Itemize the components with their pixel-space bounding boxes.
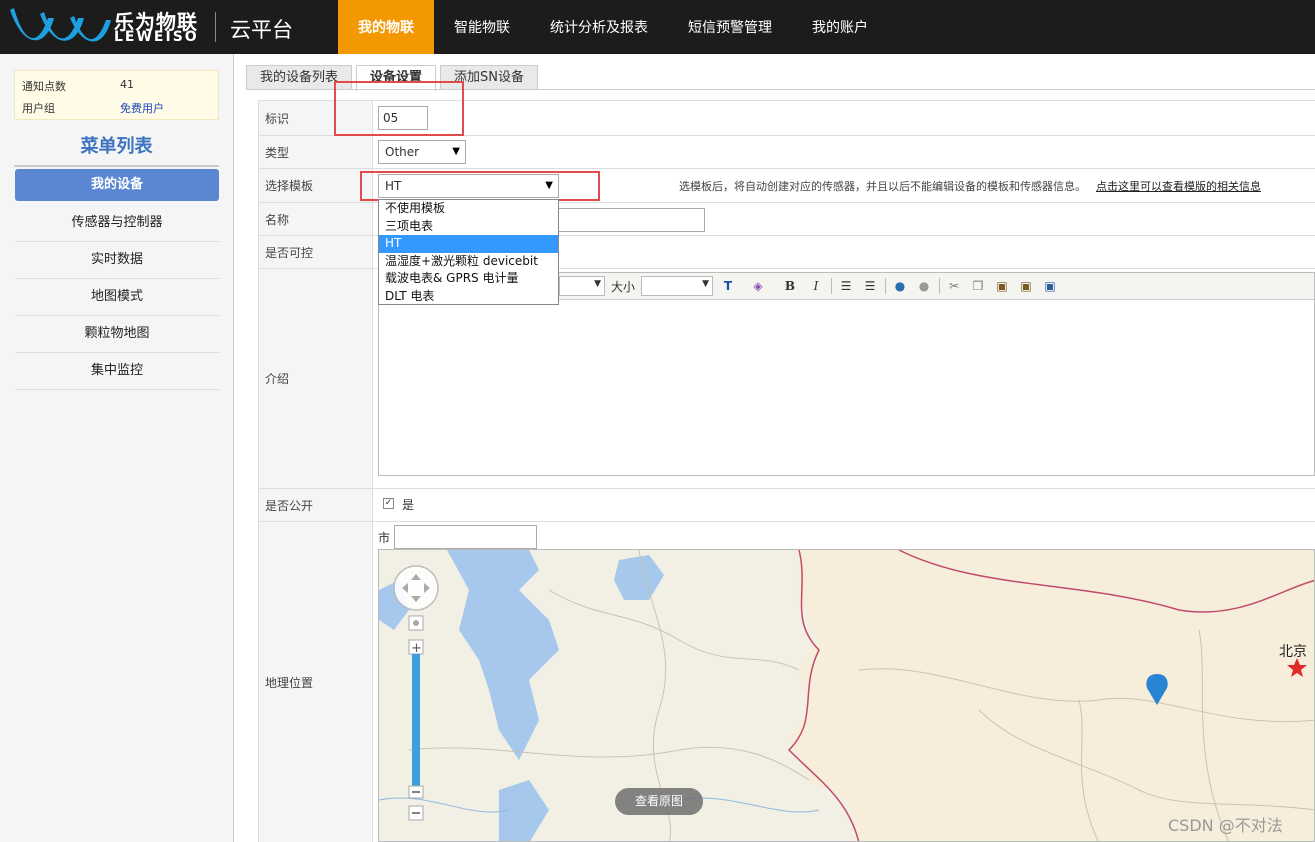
template-option-none[interactable]: 不使用模板 <box>379 200 558 218</box>
watermark-text: CSDN @不对法 <box>1168 816 1283 835</box>
view-original-button[interactable]: 查看原图 <box>615 788 703 815</box>
type-select[interactable]: Other ▼ <box>378 140 466 164</box>
text-color-icon[interactable]: T <box>719 277 737 295</box>
logo-text-en: LEWEISO <box>114 29 199 45</box>
template-hint: 选模板后，将自动创建对应的传感器，并且以后不能编辑设备的模板和传感器信息。 点击这… <box>679 178 1261 194</box>
paste-icon[interactable]: ▣ <box>993 277 1011 295</box>
sidebar-item-my-devices[interactable]: 我的设备 <box>15 169 219 201</box>
template-option-ht[interactable]: HT <box>379 235 558 253</box>
unordered-list-icon[interactable]: ☰ <box>861 277 879 295</box>
link-icon[interactable]: ● <box>891 277 909 295</box>
sidebar-item-map-mode[interactable]: 地图模式 <box>15 279 219 316</box>
type-select-value: Other <box>385 145 420 159</box>
cut-icon[interactable]: ✂ <box>945 277 963 295</box>
font-size-select[interactable]: ▼ <box>641 276 713 296</box>
map-city-label: 北京 <box>1279 644 1307 660</box>
unlink-icon[interactable]: ● <box>915 277 933 295</box>
copy-icon[interactable]: ❐ <box>969 277 987 295</box>
paste-text-icon[interactable]: ▣ <box>1017 277 1035 295</box>
public-checkbox-label: 是 <box>402 498 415 512</box>
name-input[interactable] <box>558 208 705 232</box>
template-info-link[interactable]: 点击这里可以查看模版的相关信息 <box>1096 180 1261 193</box>
public-label: 是否公开 <box>259 489 373 521</box>
bold-icon[interactable]: B <box>781 277 799 295</box>
city-label: 市 <box>378 531 391 545</box>
sidebar-item-sensors-controllers[interactable]: 传感器与控制器 <box>15 205 219 242</box>
row-public: 是否公开 <box>259 489 1315 522</box>
sidebar-item-realtime-data[interactable]: 实时数据 <box>15 242 219 279</box>
nav-my-account[interactable]: 我的账户 <box>792 0 888 54</box>
template-hint-text: 选模板后，将自动创建对应的传感器，并且以后不能编辑设备的模板和传感器信息。 <box>679 180 1086 193</box>
highlight-box-id <box>334 81 464 136</box>
main-nav: 我的物联 智能物联 统计分析及报表 短信预警管理 我的账户 <box>338 0 888 54</box>
ordered-list-icon[interactable]: ☰ <box>837 277 855 295</box>
city-input[interactable] <box>394 525 537 549</box>
sidebar-item-central-monitor[interactable]: 集中监控 <box>15 353 219 390</box>
font-size-label: 大小 <box>611 280 636 294</box>
sidebar-item-particle-map[interactable]: 颗粒物地图 <box>15 316 219 353</box>
font-size-arrow-icon: ▼ <box>702 279 709 289</box>
controllable-label: 是否可控 <box>259 236 373 268</box>
type-select-arrow-icon: ▼ <box>452 146 460 157</box>
paste-word-icon[interactable]: ▣ <box>1041 277 1059 295</box>
template-label: 选择模板 <box>259 169 373 202</box>
nav-sms-alerts[interactable]: 短信预警管理 <box>668 0 792 54</box>
logo-divider <box>215 12 216 42</box>
italic-icon[interactable]: I <box>807 277 825 295</box>
svg-text:+: + <box>411 641 422 656</box>
notify-points-label: 通知点数 <box>22 80 66 93</box>
nav-my-iot[interactable]: 我的物联 <box>338 0 434 54</box>
nav-smart-iot[interactable]: 智能物联 <box>434 0 530 54</box>
location-label: 地理位置 <box>259 522 373 842</box>
toolbar-divider <box>939 278 940 294</box>
font-family-select[interactable]: ▼ <box>559 276 605 296</box>
highlight-box-template <box>360 171 600 201</box>
template-option-temp-humidity-laser[interactable]: 温湿度+激光颗粒 devicebit <box>379 253 558 271</box>
nav-statistics[interactable]: 统计分析及报表 <box>530 0 668 54</box>
user-group-label: 用户组 <box>22 102 55 115</box>
template-option-dlt-meter[interactable]: DLT 电表 <box>379 288 558 306</box>
template-option-three-phase-meter[interactable]: 三项电表 <box>379 218 558 236</box>
font-family-arrow-icon: ▼ <box>594 279 601 289</box>
type-label: 类型 <box>259 136 373 168</box>
intro-label: 介绍 <box>259 269 373 488</box>
platform-subtitle: 云平台 <box>230 18 293 42</box>
sidebar-menu: 我的设备 传感器与控制器 实时数据 地图模式 颗粒物地图 集中监控 <box>15 169 219 390</box>
sidebar: 通知点数 41 用户组 免费用户 菜单列表 我的设备 传感器与控制器 实时数据 … <box>0 54 234 842</box>
toolbar-divider <box>885 278 886 294</box>
user-group-value[interactable]: 免费用户 <box>120 100 220 116</box>
template-option-carrier-meter-gprs[interactable]: 载波电表& GPRS 电计量 <box>379 270 558 288</box>
account-info-box: 通知点数 41 用户组 免费用户 <box>14 70 219 120</box>
location-map[interactable]: + 北京 查看原图 <box>378 549 1315 842</box>
map-canvas: + <box>379 550 1314 841</box>
bg-color-icon[interactable]: ◈ <box>749 277 767 295</box>
menu-title: 菜单列表 <box>14 132 219 167</box>
name-label: 名称 <box>259 203 373 235</box>
public-checkbox[interactable]: ✓ <box>383 498 394 509</box>
template-dropdown-list: 不使用模板 三项电表 HT 温湿度+激光颗粒 devicebit 载波电表& G… <box>378 199 559 305</box>
top-header: 乐为物联 LEWEISO 云平台 我的物联 智能物联 统计分析及报表 短信预警管… <box>0 0 1315 54</box>
toolbar-divider <box>831 278 832 294</box>
notify-points-value: 41 <box>120 78 134 91</box>
